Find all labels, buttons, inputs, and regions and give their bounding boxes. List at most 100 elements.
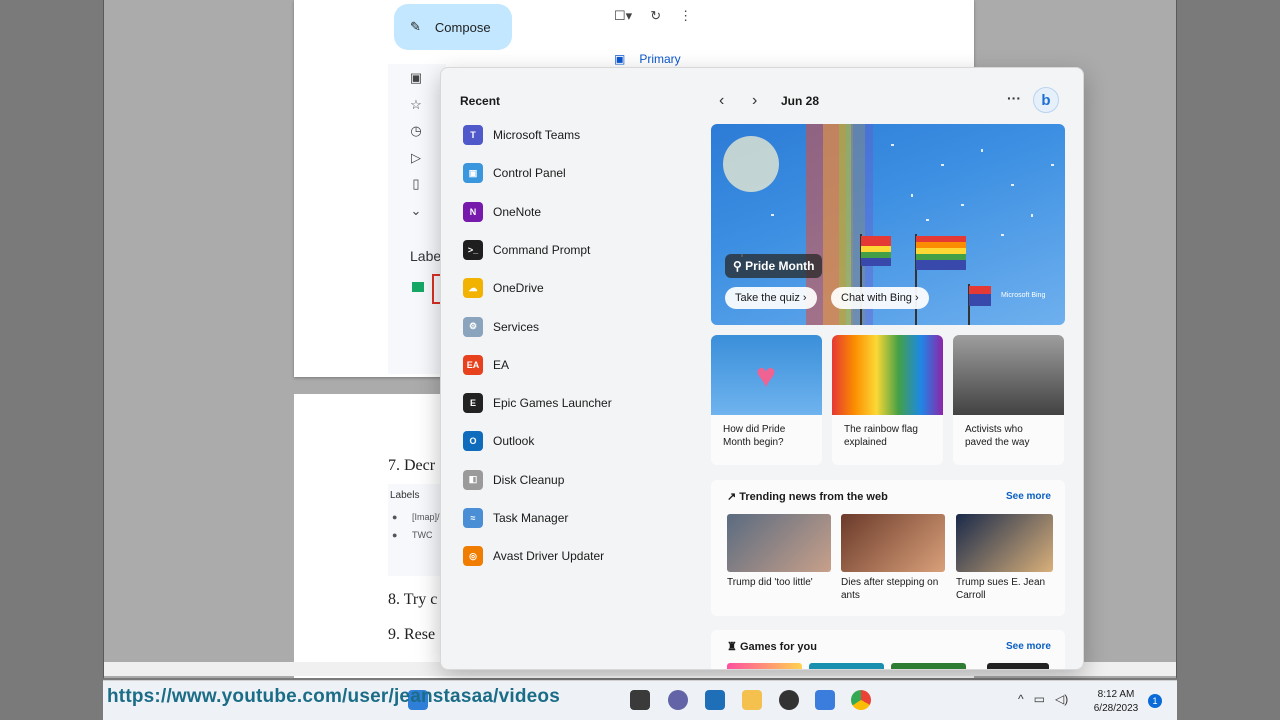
- chevron-up-icon[interactable]: ^: [1018, 692, 1024, 706]
- card-rainbow-flag[interactable]: The rainbow flag explained: [832, 335, 943, 465]
- news-item[interactable]: Dies after stepping on ants: [841, 514, 945, 602]
- card-caption: The rainbow flag explained: [844, 424, 918, 448]
- task-view-icon[interactable]: [630, 690, 650, 710]
- recent-heading: Recent: [460, 94, 501, 108]
- recent-app-label: Task Manager: [493, 511, 569, 525]
- activist-portrait-image: [953, 335, 1064, 415]
- game-thumbnail[interactable]: [987, 663, 1049, 669]
- card-activists[interactable]: Activists who paved the way: [953, 335, 1064, 465]
- hero-card-pride-month[interactable]: ⚲ Pride Month Take the quiz › Chat with …: [711, 124, 1065, 325]
- next-icon[interactable]: ›: [752, 92, 757, 110]
- avast-icon: ◎: [463, 546, 483, 567]
- bing-icon[interactable]: b: [1033, 87, 1059, 113]
- recent-app-item[interactable]: ▣ Control Panel: [463, 158, 703, 188]
- recent-app-label: OneNote: [493, 204, 542, 219]
- recent-app-item[interactable]: ◧ Disk Cleanup: [463, 465, 703, 495]
- star-icon[interactable]: ☆: [408, 97, 424, 113]
- trending-see-more-link[interactable]: See more: [1006, 491, 1051, 502]
- news-item[interactable]: Trump sues E. Jean Carroll: [956, 514, 1053, 602]
- recent-app-item[interactable]: ≈ Task Manager: [463, 503, 703, 533]
- onenote-icon: N: [463, 201, 483, 222]
- command-prompt-icon: >_: [463, 239, 483, 260]
- take-quiz-label: Take the quiz: [735, 292, 800, 304]
- label-item: [Imap]/: [412, 512, 440, 522]
- more-vert-icon[interactable]: ⋮: [679, 8, 692, 24]
- pencil-icon: ✎: [410, 19, 421, 34]
- chevron-right-icon: ›: [802, 292, 807, 304]
- clock-icon[interactable]: ◷: [408, 123, 424, 139]
- recent-app-item[interactable]: EA EA: [463, 350, 703, 380]
- app-icon[interactable]: [815, 690, 835, 710]
- labels-heading: Labe: [410, 248, 442, 264]
- recent-app-label: Disk Cleanup: [493, 472, 565, 487]
- media-player-icon[interactable]: [779, 690, 799, 710]
- game-thumbnail[interactable]: [891, 663, 966, 669]
- recent-app-label: Epic Games Launcher: [493, 396, 612, 411]
- network-icon[interactable]: ▭: [1034, 692, 1045, 706]
- recent-app-item[interactable]: E Epic Games Launcher: [463, 388, 703, 418]
- recent-app-item[interactable]: >_ Command Prompt: [463, 235, 703, 265]
- send-icon[interactable]: ▷: [408, 150, 424, 166]
- notification-badge[interactable]: 1: [1148, 694, 1162, 708]
- store-icon[interactable]: [705, 690, 725, 710]
- refresh-icon[interactable]: ↻: [650, 8, 661, 24]
- compose-button[interactable]: ✎ Compose: [394, 4, 512, 50]
- pride-month-chip[interactable]: ⚲ Pride Month: [725, 254, 823, 278]
- volume-icon[interactable]: ◁): [1055, 692, 1068, 706]
- chevron-right-icon: ›: [915, 292, 919, 304]
- news-item[interactable]: Trump did 'too little': [727, 514, 831, 589]
- doc-line-7: 7. Decr: [388, 457, 436, 474]
- chat-icon[interactable]: [668, 690, 688, 710]
- chevron-down-icon[interactable]: ⌄: [408, 203, 424, 219]
- task-manager-icon: ≈: [463, 508, 483, 528]
- services-icon: ⚙: [463, 316, 483, 337]
- recent-app-item[interactable]: ☁ OneDrive: [463, 273, 703, 303]
- trending-news-section: ↗ Trending news from the web See more Tr…: [711, 480, 1065, 616]
- draft-icon[interactable]: ▯: [408, 176, 424, 192]
- select-checkbox-icon[interactable]: ☐▾: [614, 8, 632, 24]
- recent-app-label: Avast Driver Updater: [493, 549, 605, 564]
- trending-icon: ↗: [727, 491, 737, 503]
- games-see-more-link[interactable]: See more: [1006, 641, 1051, 652]
- card-pride-month-origin[interactable]: ♥ How did Pride Month begin?: [711, 335, 822, 465]
- inbox-icon[interactable]: ▣: [408, 70, 424, 86]
- chat-with-bing-label: Chat with Bing: [841, 292, 912, 304]
- gmail-toolbar: ☐▾ ↻ ⋮: [614, 8, 692, 24]
- previous-icon[interactable]: ‹: [719, 92, 724, 110]
- recent-app-item[interactable]: N OneNote: [463, 197, 703, 227]
- tab-primary[interactable]: ▣ Primary: [614, 52, 681, 66]
- widgets-date: Jun 28: [781, 94, 820, 108]
- news-thumbnail: [841, 514, 945, 572]
- recent-app-item[interactable]: T Microsoft Teams: [463, 120, 703, 150]
- news-thumbnail: [727, 514, 831, 572]
- label-tag-icon: ●: [392, 512, 398, 522]
- chat-with-bing-button[interactable]: Chat with Bing ›: [831, 287, 929, 309]
- outlook-icon: O: [463, 431, 483, 452]
- recent-app-label: Microsoft Teams: [493, 128, 581, 142]
- card-caption: How did Pride Month begin?: [723, 424, 786, 448]
- rainbow-flag-image: [832, 335, 943, 415]
- recent-app-item[interactable]: ⚙ Services: [463, 312, 703, 342]
- news-caption: Trump sues E. Jean Carroll: [956, 577, 1046, 601]
- recent-app-label: Control Panel: [493, 166, 566, 181]
- recent-app-item[interactable]: O Outlook: [463, 426, 703, 456]
- recent-app-label: EA: [493, 357, 510, 372]
- primary-tab-label: Primary: [639, 52, 681, 66]
- onedrive-icon: ☁: [463, 278, 483, 299]
- card-caption: Activists who paved the way: [965, 424, 1030, 448]
- recent-app-label: Outlook: [493, 434, 535, 449]
- game-thumbnail[interactable]: [727, 663, 802, 669]
- game-thumbnail[interactable]: [809, 663, 884, 669]
- recent-app-item[interactable]: ◎ Avast Driver Updater: [463, 541, 703, 571]
- trending-title: Trending news from the web: [739, 491, 888, 503]
- take-quiz-button[interactable]: Take the quiz ›: [725, 287, 817, 309]
- file-explorer-icon[interactable]: [742, 690, 762, 710]
- more-options-icon[interactable]: ···: [1007, 90, 1021, 106]
- microsoft-bing-logo: Microsoft Bing: [1001, 292, 1046, 299]
- games-icon: ♜: [727, 641, 737, 653]
- teams-icon: T: [463, 125, 483, 145]
- labels-panel-title: Labels: [390, 490, 420, 501]
- chrome-icon[interactable]: [851, 690, 871, 710]
- clock[interactable]: 8:12 AM 6/28/2023: [1086, 688, 1146, 716]
- clock-date: 6/28/2023: [1093, 703, 1139, 714]
